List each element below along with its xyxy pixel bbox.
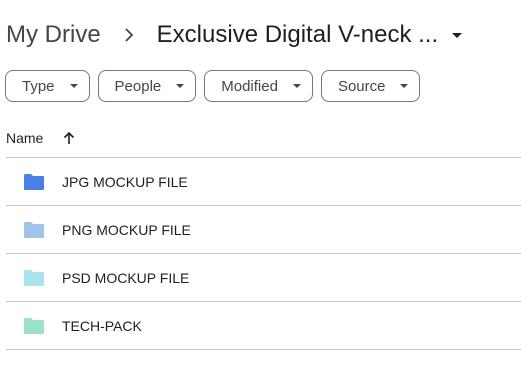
folder-icon xyxy=(23,173,45,191)
breadcrumb-my-drive[interactable]: My Drive xyxy=(6,21,101,49)
filter-source-label: Source xyxy=(337,77,386,95)
column-header-row: Name xyxy=(6,125,75,151)
breadcrumb-current-folder[interactable]: Exclusive Digital V-neck ... xyxy=(157,18,476,52)
file-row-png-mockup[interactable]: PNG MOCKUP FILE xyxy=(6,206,521,253)
file-row-psd-mockup[interactable]: PSD MOCKUP FILE xyxy=(6,254,521,301)
folder-icon xyxy=(23,317,45,335)
caret-down-icon xyxy=(69,83,79,89)
caret-down-icon xyxy=(292,83,302,89)
breadcrumb: My Drive Exclusive Digital V-neck ... xyxy=(6,18,476,52)
row-divider xyxy=(6,349,521,350)
filter-type-label: Type xyxy=(22,77,55,95)
file-row-jpg-mockup[interactable]: JPG MOCKUP FILE xyxy=(6,158,521,205)
filter-modified-chip[interactable]: Modified xyxy=(204,70,313,102)
file-name: PNG MOCKUP FILE xyxy=(62,221,191,238)
filter-people-chip[interactable]: People xyxy=(97,70,197,102)
caret-down-icon xyxy=(399,83,409,89)
filter-people-label: People xyxy=(114,77,162,95)
filter-modified-label: Modified xyxy=(221,77,278,95)
file-row-tech-pack[interactable]: TECH-PACK xyxy=(6,302,521,349)
sort-ascending-icon[interactable] xyxy=(63,131,75,145)
folder-icon xyxy=(23,221,45,239)
filter-source-chip[interactable]: Source xyxy=(320,70,421,102)
filter-chips: Type People Modified Source xyxy=(5,70,421,102)
current-folder-title: Exclusive Digital V-neck ... xyxy=(156,21,439,48)
file-name: JPG MOCKUP FILE xyxy=(62,173,188,190)
file-name: TECH-PACK xyxy=(62,317,142,334)
file-name: PSD MOCKUP FILE xyxy=(62,269,190,286)
filter-type-chip[interactable]: Type xyxy=(5,70,90,102)
caret-down-icon xyxy=(438,18,476,52)
name-column-header[interactable]: Name xyxy=(6,130,43,146)
caret-down-icon xyxy=(175,83,185,89)
chevron-right-icon xyxy=(101,18,157,52)
folder-icon xyxy=(23,269,45,287)
